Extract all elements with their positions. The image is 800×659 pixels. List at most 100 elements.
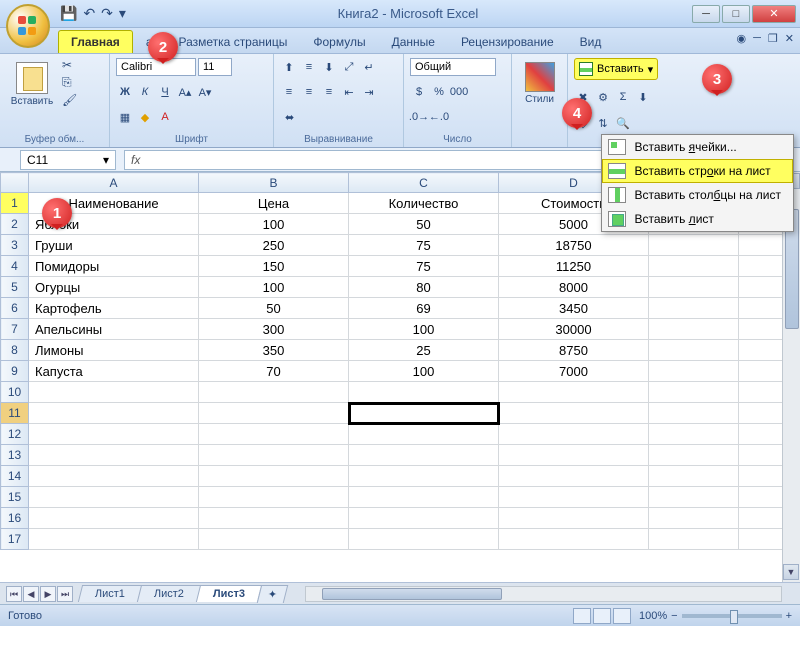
last-sheet-button[interactable]: ⏭ — [57, 586, 73, 602]
next-sheet-button[interactable]: ▶ — [40, 586, 56, 602]
cell-C3[interactable]: 75 — [349, 235, 499, 256]
comma-button[interactable]: 000 — [450, 83, 468, 101]
cell-D7[interactable]: 30000 — [499, 319, 649, 340]
save-icon[interactable]: 💾 — [60, 5, 77, 22]
view-normal-button[interactable] — [573, 608, 591, 624]
zoom-in-button[interactable]: + — [786, 610, 792, 622]
row-header-4[interactable]: 4 — [1, 256, 29, 277]
align-left-button[interactable]: ≡ — [280, 83, 298, 101]
row-header-16[interactable]: 16 — [1, 508, 29, 529]
cell-A8[interactable]: Лимоны — [29, 340, 199, 361]
bold-button[interactable]: Ж — [116, 83, 134, 101]
scroll-down-icon[interactable]: ▼ — [783, 564, 799, 580]
cell-B5[interactable]: 100 — [199, 277, 349, 298]
paste-button[interactable]: Вставить — [6, 58, 58, 107]
tab-page-layout[interactable]: Разметка страницы — [166, 30, 301, 53]
cell-D3[interactable]: 18750 — [499, 235, 649, 256]
decrease-decimal-button[interactable]: ←.0 — [430, 108, 448, 126]
redo-icon[interactable]: ↷ — [101, 5, 113, 22]
grow-font-button[interactable]: A▴ — [176, 83, 194, 101]
cell-D9[interactable]: 7000 — [499, 361, 649, 382]
italic-button[interactable]: К — [136, 83, 154, 101]
borders-button[interactable]: ▦ — [116, 108, 134, 126]
tab-review[interactable]: Рецензирование — [448, 30, 567, 53]
menu-insert-cells[interactable]: Вставить ячейки... — [602, 135, 793, 159]
cell-B9[interactable]: 70 — [199, 361, 349, 382]
autosum-button[interactable]: Σ — [614, 88, 632, 106]
cell-B1[interactable]: Цена — [199, 193, 349, 214]
styles-button[interactable]: Стили — [518, 58, 561, 105]
tab-data[interactable]: Данные — [379, 30, 448, 53]
align-middle-button[interactable]: ≡ — [300, 58, 318, 76]
sort-filter-button[interactable]: ⇅ — [594, 114, 612, 132]
increase-decimal-button[interactable]: .0→ — [410, 108, 428, 126]
col-header-C[interactable]: C — [349, 173, 499, 193]
insert-cells-split-button[interactable]: Вставить ▾ — [574, 58, 658, 80]
percent-button[interactable]: % — [430, 83, 448, 101]
row-header-13[interactable]: 13 — [1, 445, 29, 466]
row-header-1[interactable]: 1 — [1, 193, 29, 214]
underline-button[interactable]: Ч — [156, 83, 174, 101]
cell-C6[interactable]: 69 — [349, 298, 499, 319]
select-all-corner[interactable] — [1, 173, 29, 193]
cell-B7[interactable]: 300 — [199, 319, 349, 340]
copy-icon[interactable]: ⎘ — [62, 75, 77, 90]
wrap-text-button[interactable]: ↵ — [360, 58, 378, 76]
cell-D8[interactable]: 8750 — [499, 340, 649, 361]
cell-C9[interactable]: 100 — [349, 361, 499, 382]
prev-sheet-button[interactable]: ◀ — [23, 586, 39, 602]
cell-D5[interactable]: 8000 — [499, 277, 649, 298]
row-header-7[interactable]: 7 — [1, 319, 29, 340]
align-right-button[interactable]: ≡ — [320, 83, 338, 101]
office-button[interactable] — [6, 4, 50, 48]
cell-A6[interactable]: Картофель — [29, 298, 199, 319]
cut-icon[interactable]: ✂ — [62, 58, 77, 72]
menu-insert-sheet[interactable]: Вставить лист — [602, 207, 793, 231]
spreadsheet-grid[interactable]: A B C D E F 1 Наименование Цена Количест… — [0, 172, 800, 582]
cell-B6[interactable]: 50 — [199, 298, 349, 319]
doc-close-icon[interactable]: ✕ — [785, 32, 794, 45]
row-header-2[interactable]: 2 — [1, 214, 29, 235]
fill-color-button[interactable]: ◆ — [136, 108, 154, 126]
undo-icon[interactable]: ↶ — [83, 5, 95, 22]
horizontal-scrollbar[interactable] — [305, 586, 782, 602]
sheet-tab-2[interactable]: Лист2 — [137, 585, 201, 602]
align-top-button[interactable]: ⬆ — [280, 58, 298, 76]
row-header-5[interactable]: 5 — [1, 277, 29, 298]
cell-C2[interactable]: 50 — [349, 214, 499, 235]
format-painter-icon[interactable]: 🖌 — [62, 93, 77, 107]
format-button[interactable]: ⚙ — [594, 88, 612, 106]
cell-B4[interactable]: 150 — [199, 256, 349, 277]
tab-view[interactable]: Вид — [567, 30, 615, 53]
cell-A4[interactable]: Помидоры — [29, 256, 199, 277]
cell-C7[interactable]: 100 — [349, 319, 499, 340]
row-header-6[interactable]: 6 — [1, 298, 29, 319]
menu-insert-columns[interactable]: Вставить столбцы на лист — [602, 183, 793, 207]
number-format-select[interactable] — [410, 58, 496, 76]
font-size-input[interactable] — [198, 58, 232, 76]
find-button[interactable]: 🔍 — [614, 114, 632, 132]
vertical-scrollbar[interactable]: ▲ ▼ — [782, 172, 800, 582]
sheet-tab-1[interactable]: Лист1 — [78, 585, 142, 602]
name-box[interactable]: C11 ▾ — [20, 150, 116, 170]
cell-C8[interactable]: 25 — [349, 340, 499, 361]
row-header-17[interactable]: 17 — [1, 529, 29, 550]
row-header-8[interactable]: 8 — [1, 340, 29, 361]
menu-insert-rows[interactable]: Вставить строки на лист — [602, 159, 793, 183]
currency-button[interactable]: $ — [410, 83, 428, 101]
cell-A3[interactable]: Груши — [29, 235, 199, 256]
qat-dropdown-icon[interactable]: ▾ — [119, 5, 126, 22]
decrease-indent-button[interactable]: ⇤ — [340, 83, 358, 101]
cell-B8[interactable]: 350 — [199, 340, 349, 361]
cell-C1[interactable]: Количество — [349, 193, 499, 214]
sheet-tab-3[interactable]: Лист3 — [196, 585, 262, 602]
row-header-12[interactable]: 12 — [1, 424, 29, 445]
align-center-button[interactable]: ≡ — [300, 83, 318, 101]
help-icon[interactable]: ◉ — [737, 32, 747, 45]
maximize-button[interactable]: □ — [722, 5, 750, 23]
increase-indent-button[interactable]: ⇥ — [360, 83, 378, 101]
cell-C4[interactable]: 75 — [349, 256, 499, 277]
cell-B3[interactable]: 250 — [199, 235, 349, 256]
align-bottom-button[interactable]: ⬇ — [320, 58, 338, 76]
zoom-slider[interactable] — [682, 614, 782, 618]
